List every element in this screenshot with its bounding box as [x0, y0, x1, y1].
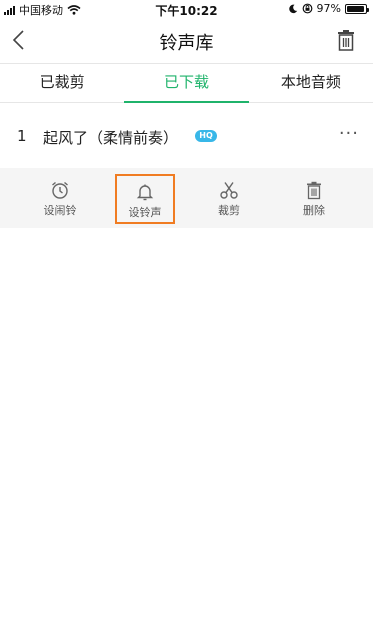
song-index: 1: [17, 127, 27, 145]
hq-badge: HQ: [195, 130, 217, 142]
status-bar: 中国移动 下午10:22 97%: [0, 0, 373, 18]
trim-button[interactable]: 裁剪: [199, 174, 259, 224]
nav-bar: 铃声库: [0, 18, 373, 64]
trash-icon: [307, 181, 321, 200]
list-item[interactable]: 1 起风了（柔情前奏） HQ ···: [0, 103, 373, 168]
song-title: 起风了（柔情前奏）: [43, 129, 179, 147]
alarm-clock-icon: [52, 181, 68, 199]
battery-fill: [347, 5, 365, 12]
set-alarm-button[interactable]: 设闹铃: [30, 174, 90, 224]
delete-label: 删除: [303, 204, 325, 217]
set-ringtone-label: 设铃声: [128, 206, 162, 219]
tab-bar: 已裁剪 已下载 本地音频: [0, 64, 373, 103]
page-title: 铃声库: [159, 33, 214, 54]
bell-icon: [136, 184, 154, 201]
status-bar-right: 97%: [288, 2, 369, 15]
song-action-bar: 设闹铃 设铃声 裁剪 删除: [0, 168, 373, 228]
battery-percent: 97%: [316, 2, 341, 15]
trash-icon[interactable]: [335, 29, 357, 51]
trim-label: 裁剪: [218, 204, 240, 217]
battery-icon: [345, 3, 369, 14]
delete-button[interactable]: 删除: [284, 174, 344, 224]
moon-icon: [288, 4, 297, 13]
set-alarm-label: 设闹铃: [43, 204, 77, 217]
tab-local-audio[interactable]: 本地音频: [249, 64, 373, 102]
set-ringtone-button[interactable]: 设铃声: [115, 174, 175, 224]
tab-downloaded[interactable]: 已下载: [124, 64, 249, 103]
more-options-button[interactable]: ···: [339, 123, 359, 144]
scissors-icon: [220, 182, 238, 199]
rotation-lock-icon: [302, 3, 312, 14]
tab-trimmed[interactable]: 已裁剪: [0, 64, 124, 102]
